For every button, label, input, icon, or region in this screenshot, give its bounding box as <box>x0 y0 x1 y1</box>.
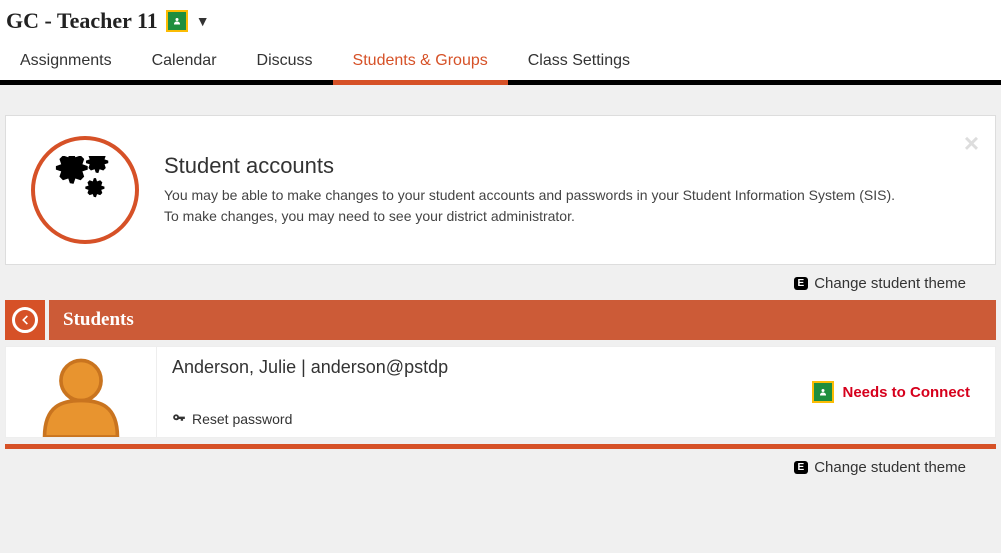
reset-password-link[interactable]: Reset password <box>172 411 772 427</box>
student-name: Anderson, Julie | anderson@pstdp <box>172 357 772 378</box>
theme-badge: E <box>794 277 809 290</box>
reset-password-label: Reset password <box>192 411 292 427</box>
info-text: Student accounts You may be able to make… <box>164 153 895 227</box>
info-title: Student accounts <box>164 153 895 179</box>
gears-icon <box>31 136 139 244</box>
tab-nav: Assignments Calendar Discuss Students & … <box>0 42 1001 85</box>
tab-assignments[interactable]: Assignments <box>0 42 132 80</box>
student-row: Anderson, Julie | anderson@pstdp Reset p… <box>5 346 996 438</box>
page-title: GC - Teacher 11 <box>6 8 158 34</box>
change-student-theme-link[interactable]: Change student theme <box>814 459 966 476</box>
info-line-2: To make changes, you may need to see you… <box>164 206 895 227</box>
tab-discuss[interactable]: Discuss <box>237 42 333 80</box>
google-classroom-icon <box>166 10 188 32</box>
connect-cell: Needs to Connect <box>787 347 995 437</box>
needs-to-connect-link[interactable]: Needs to Connect <box>842 384 970 401</box>
chevron-down-icon[interactable]: ▼ <box>196 13 210 29</box>
change-student-theme-link[interactable]: Change student theme <box>814 275 966 292</box>
back-button[interactable] <box>5 300 45 340</box>
tab-class-settings[interactable]: Class Settings <box>508 42 650 80</box>
tab-students-groups[interactable]: Students & Groups <box>333 42 508 80</box>
change-theme-row-bottom: E Change student theme <box>5 449 996 484</box>
key-icon <box>172 412 186 426</box>
info-line-1: You may be able to make changes to your … <box>164 185 895 206</box>
theme-badge: E <box>794 461 809 474</box>
arrow-left-icon <box>18 313 32 327</box>
avatar <box>6 347 156 437</box>
google-classroom-icon <box>812 381 834 403</box>
tab-calendar[interactable]: Calendar <box>132 42 237 80</box>
close-icon[interactable]: × <box>964 128 979 159</box>
info-box: Student accounts You may be able to make… <box>5 115 996 265</box>
content-area: Student accounts You may be able to make… <box>0 85 1001 494</box>
top-header: GC - Teacher 11 ▼ <box>0 0 1001 42</box>
students-header-bar: Students <box>5 300 996 340</box>
change-theme-row-top: E Change student theme <box>5 265 996 300</box>
student-info: Anderson, Julie | anderson@pstdp Reset p… <box>156 347 787 437</box>
students-bar-title: Students <box>49 300 996 340</box>
